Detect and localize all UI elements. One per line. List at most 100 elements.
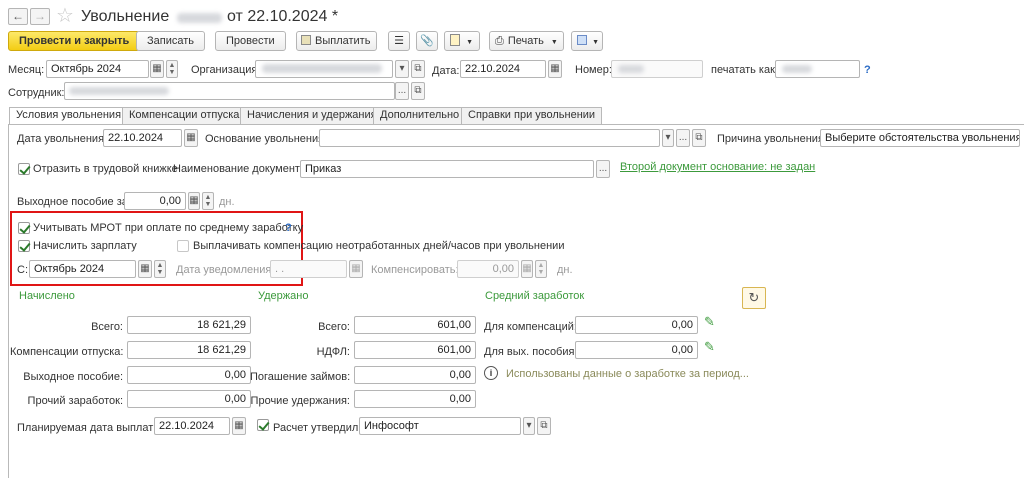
avg-info-link[interactable]: Использованы данные о заработке за перио… — [506, 367, 749, 381]
calendar-icon: ▦ — [550, 63, 560, 74]
second-doc-link[interactable]: Второй документ основание: не задан — [620, 160, 815, 174]
calc-approved-field[interactable]: Инфософт — [359, 417, 521, 435]
edit-severance-pencil-icon[interactable]: ✎ — [704, 339, 715, 355]
back-button[interactable]: ← — [8, 8, 28, 25]
tab-dismissal-conditions[interactable]: Условия увольнения — [9, 107, 129, 125]
approved-open-button[interactable]: ⧉ — [537, 417, 551, 435]
doc-name-field[interactable]: Приказ — [300, 160, 594, 178]
organization-dropdown-button[interactable]: ▾ — [395, 60, 409, 78]
calendar-icon: ▦ — [351, 263, 361, 274]
mrot-help-icon[interactable]: ? — [285, 221, 292, 235]
mrot-checkbox[interactable] — [18, 222, 30, 234]
more-actions-button[interactable]: ▼ — [571, 31, 603, 51]
from-month-field[interactable]: Октябрь 2024 — [29, 260, 136, 278]
notice-date-field[interactable]: . . — [270, 260, 347, 278]
severance-calc-button[interactable]: ▦ — [188, 192, 200, 210]
recalculate-button[interactable]: ↻ — [742, 287, 766, 309]
employee-open-button[interactable]: ⧉ — [411, 82, 425, 100]
avg-comp-label: Для компенсаций: — [484, 321, 577, 333]
list-icon-button[interactable]: ☰ — [388, 31, 410, 51]
organization-field[interactable] — [255, 60, 393, 78]
print-button-label: Печать — [507, 35, 544, 47]
accrued-vacation-value[interactable]: 18 621,29 — [127, 341, 251, 359]
print-button[interactable]: ⎙ Печать ▼ — [489, 31, 564, 51]
basis-dropdown-button[interactable]: ▾ — [662, 129, 674, 147]
employee-select-button[interactable]: ... — [395, 82, 409, 100]
planned-pay-date-field[interactable]: 22.10.2024 — [154, 417, 230, 435]
approved-dropdown-button[interactable]: ▾ — [523, 417, 535, 435]
number-label: Номер: — [575, 64, 612, 76]
number-field[interactable] — [611, 60, 703, 78]
compensate-calc-button[interactable]: ▦ — [521, 260, 533, 278]
from-stepper[interactable]: ▲ ▼ — [154, 260, 166, 278]
severance-field[interactable]: 0,00 — [124, 192, 186, 210]
calc-approved-label: Расчет утвердил — [273, 422, 359, 434]
notice-date-calendar-button[interactable]: ▦ — [349, 260, 363, 278]
month-calendar-button[interactable]: ▦ — [150, 60, 164, 78]
printer-icon: ⎙ — [495, 35, 504, 47]
severance-days-unit: дн. — [219, 196, 235, 208]
tab-dismissal-certificates[interactable]: Справки при увольнении — [461, 107, 603, 124]
dismissal-date-field[interactable]: 22.10.2024 — [103, 129, 182, 147]
withheld-other-value[interactable]: 0,00 — [354, 390, 476, 408]
planned-pay-date-calendar-button[interactable]: ▦ — [232, 417, 246, 435]
avg-comp-value[interactable]: 0,00 — [575, 316, 698, 334]
calculator-icon: ▦ — [522, 263, 532, 274]
month-field[interactable]: Октябрь 2024 — [46, 60, 149, 78]
accrue-salary-checkbox[interactable] — [18, 240, 30, 252]
edit-comp-pencil-icon[interactable]: ✎ — [704, 314, 715, 330]
month-stepper[interactable]: ▲ ▼ — [166, 60, 178, 78]
basis-open-button[interactable]: ⧉ — [692, 129, 706, 147]
create-based-on-button[interactable]: ▼ — [444, 31, 480, 51]
dismissal-basis-field[interactable] — [319, 129, 660, 147]
help-icon[interactable]: ? — [864, 63, 871, 77]
from-calendar-button[interactable]: ▦ — [138, 260, 152, 278]
post-button[interactable]: Провести — [215, 31, 286, 51]
calculator-icon: ▦ — [189, 195, 199, 206]
date-calendar-button[interactable]: ▦ — [548, 60, 562, 78]
employee-label: Сотрудник: — [8, 87, 65, 99]
compensate-field[interactable]: 0,00 — [457, 260, 519, 278]
redacted-number — [618, 65, 644, 73]
withheld-other-label: Прочие удержания: — [250, 395, 350, 407]
accrued-other-value[interactable]: 0,00 — [127, 390, 251, 408]
calc-approved-checkbox[interactable] — [257, 419, 269, 431]
compensate-days-unit: дн. — [557, 264, 573, 276]
pay-compensation-label: Выплачивать компенсацию неотработанных д… — [193, 240, 565, 252]
tab-additional[interactable]: Дополнительно — [373, 107, 467, 124]
organization-open-button[interactable]: ⧉ — [411, 60, 425, 78]
from-label: С: — [17, 264, 28, 276]
forward-button[interactable]: → — [30, 8, 50, 25]
accrued-section-title: Начислено — [19, 290, 75, 302]
favorite-star-icon[interactable]: ☆ — [56, 3, 74, 28]
print-as-label: печатать как: — [711, 64, 778, 76]
save-button[interactable]: Записать — [136, 31, 206, 51]
attachment-button[interactable]: 📎 — [416, 31, 438, 51]
basis-select-button[interactable]: ... — [676, 129, 690, 147]
severance-stepper[interactable]: ▲ ▼ — [202, 192, 214, 210]
compensate-stepper[interactable]: ▲ ▼ — [535, 260, 547, 278]
window-title-suffix: от 22.10.2024 * — [227, 8, 339, 25]
post-and-close-button[interactable]: Провести и закрыть — [8, 31, 141, 51]
redacted-print-as — [782, 65, 812, 73]
dismissal-date-calendar-button[interactable]: ▦ — [184, 129, 198, 147]
tab-vacation-compensation[interactable]: Компенсации отпуска — [122, 107, 247, 124]
date-field[interactable]: 22.10.2024 — [460, 60, 546, 78]
employee-field[interactable] — [64, 82, 395, 100]
withheld-ndfl-value[interactable]: 601,00 — [354, 341, 476, 359]
withheld-total-label: Всего: — [318, 321, 350, 333]
workbook-checkbox[interactable] — [18, 163, 30, 175]
print-as-field[interactable] — [775, 60, 860, 78]
tab-accruals-deductions[interactable]: Начисления и удержания — [240, 107, 384, 124]
open-icon: ⧉ — [540, 420, 548, 431]
doc-name-select-button[interactable]: ... — [596, 160, 610, 178]
accrued-severance-value[interactable]: 0,00 — [127, 366, 251, 384]
accrued-total-value[interactable]: 18 621,29 — [127, 316, 251, 334]
withheld-loans-value[interactable]: 0,00 — [354, 366, 476, 384]
avg-severance-label: Для вых. пособия: — [484, 346, 578, 358]
pay-button[interactable]: Выплатить — [296, 31, 378, 51]
pay-compensation-checkbox[interactable] — [177, 240, 189, 252]
dismissal-reason-field[interactable]: Выберите обстоятельства увольнения... — [820, 129, 1020, 147]
avg-severance-value[interactable]: 0,00 — [575, 341, 698, 359]
withheld-total-value[interactable]: 601,00 — [354, 316, 476, 334]
